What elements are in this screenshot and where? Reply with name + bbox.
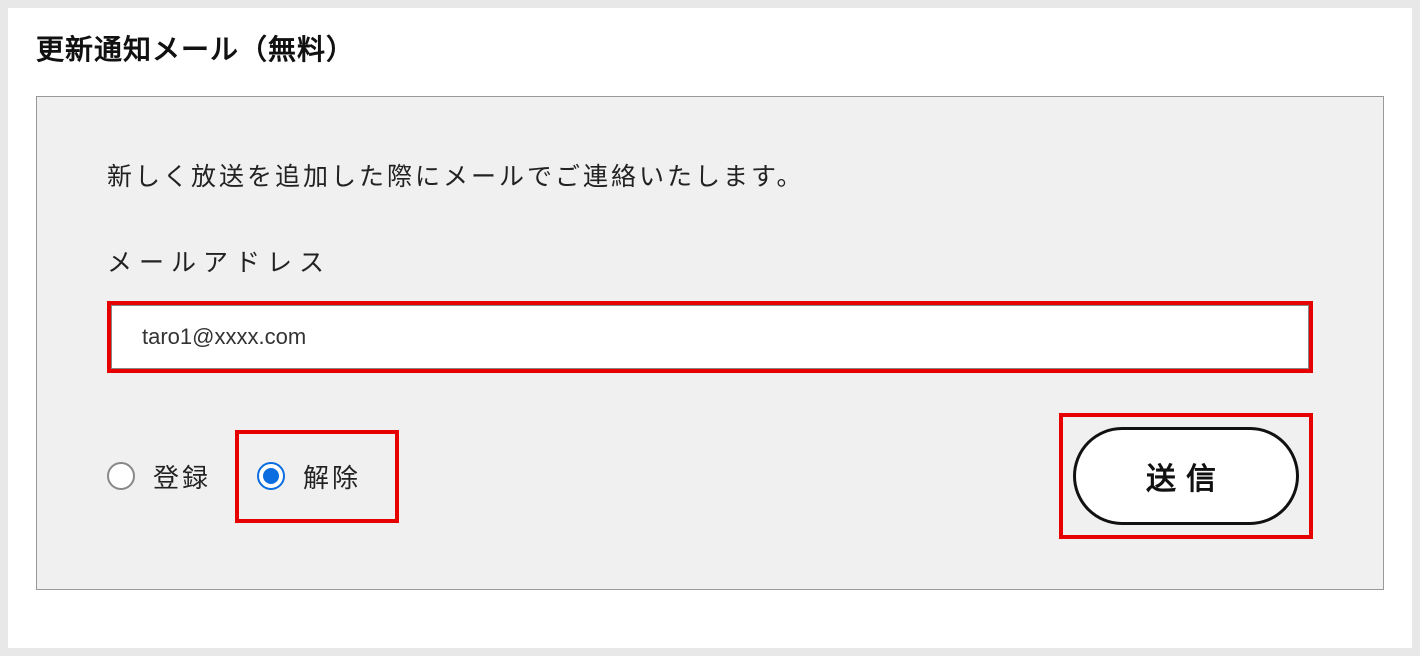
submit-button[interactable]: 送信 [1073,427,1299,525]
radio-unregister-label: 解除 [303,458,361,495]
submit-highlight-box: 送信 [1059,413,1313,539]
email-highlight-box [107,301,1313,373]
bottom-row: 登録 解除 送信 [107,413,1313,539]
main-container: 更新通知メール（無料） 新しく放送を追加した際にメールでご連絡いたします。 メー… [8,8,1412,648]
form-panel: 新しく放送を追加した際にメールでご連絡いたします。 メールアドレス 登録 解除 … [36,96,1384,590]
radio-group: 登録 解除 [107,430,399,523]
email-label: メールアドレス [107,243,1313,279]
email-input[interactable] [111,305,1309,369]
radio-unregister[interactable]: 解除 [235,430,399,523]
radio-circle-checked-icon [257,462,285,490]
radio-register-label: 登録 [153,458,211,495]
radio-register[interactable]: 登録 [107,434,223,519]
radio-circle-icon [107,462,135,490]
form-description: 新しく放送を追加した際にメールでご連絡いたします。 [107,157,1313,193]
section-title: 更新通知メール（無料） [36,28,1384,68]
